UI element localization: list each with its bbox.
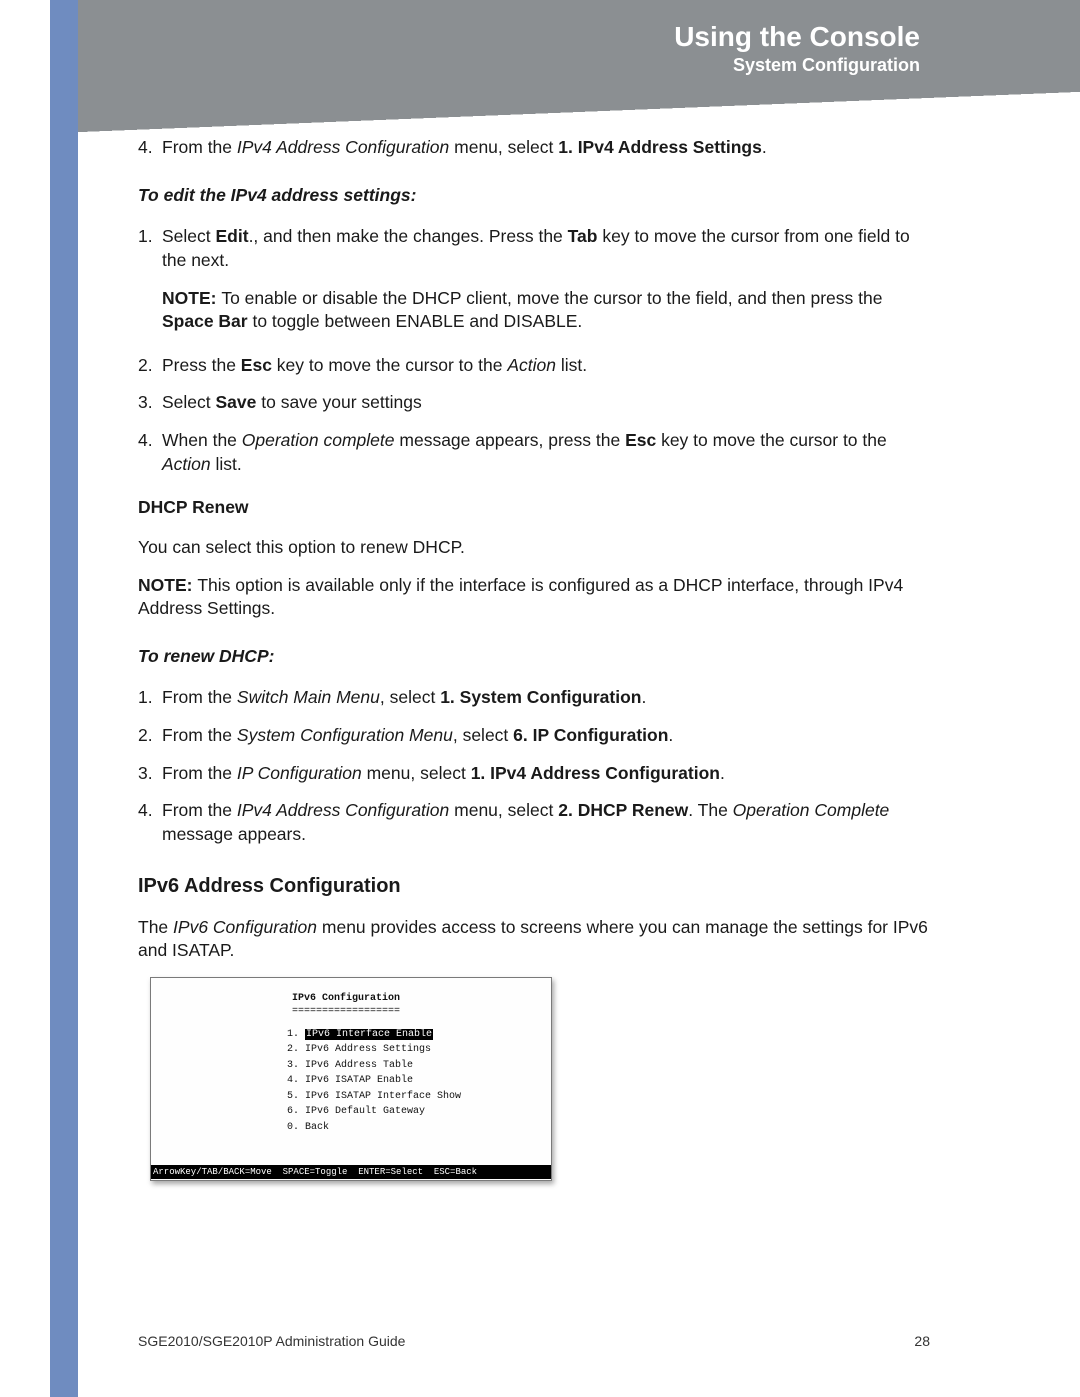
header-text: Using the Console System Configuration [674, 22, 920, 76]
item-number: 2. [138, 724, 162, 748]
list-item: 2. From the System Configuration Menu, s… [138, 724, 930, 748]
console-menu-item: 3. IPv6 Address Table [287, 1058, 551, 1074]
procedure-heading: To edit the IPv4 address settings: [138, 184, 930, 208]
list-item: 4. From the IPv4 Address Configuration m… [138, 799, 930, 846]
item-text: When the Operation complete message appe… [162, 429, 930, 476]
note-paragraph: NOTE: To enable or disable the DHCP clie… [138, 287, 930, 334]
note-paragraph: NOTE: This option is available only if t… [138, 574, 930, 621]
console-title: IPv6 Configuration [141, 992, 551, 1006]
item-number: 3. [138, 391, 162, 415]
list-item: 1. Select Edit., and then make the chang… [138, 225, 930, 272]
footer-page-number: 28 [914, 1333, 930, 1349]
item-text: Select Edit., and then make the changes.… [162, 225, 930, 272]
item-text: From the Switch Main Menu, select 1. Sys… [162, 686, 930, 710]
item-number: 4. [138, 136, 162, 160]
console-menu: 1. IPv6 Interface Enable2. IPv6 Address … [287, 1027, 551, 1136]
page-subtitle: System Configuration [674, 55, 920, 76]
list-item: 3. Select Save to save your settings [138, 391, 930, 415]
item-number: 3. [138, 762, 162, 786]
section-heading: DHCP Renew [138, 496, 930, 520]
item-number: 4. [138, 799, 162, 846]
section-heading: IPv6 Address Configuration [138, 873, 930, 900]
item-text: From the System Configuration Menu, sele… [162, 724, 930, 748]
item-number: 2. [138, 354, 162, 378]
page-footer: SGE2010/SGE2010P Administration Guide 28 [138, 1333, 930, 1349]
list-item: 4. When the Operation complete message a… [138, 429, 930, 476]
item-text: From the IPv4 Address Configuration menu… [162, 799, 930, 846]
paragraph: The IPv6 Configuration menu provides acc… [138, 916, 930, 963]
console-menu-item: 0. Back [287, 1120, 551, 1136]
item-text: Press the Esc key to move the cursor to … [162, 354, 930, 378]
procedure-heading: To renew DHCP: [138, 645, 930, 669]
footer-guide: SGE2010/SGE2010P Administration Guide [138, 1333, 405, 1349]
page-title: Using the Console [674, 22, 920, 53]
console-screenshot: IPv6 Configuration ================== 1.… [150, 977, 552, 1181]
console-footer: ArrowKey/TAB/BACK=Move SPACE=Toggle ENTE… [151, 1165, 551, 1179]
console-inner: IPv6 Configuration ================== 1.… [151, 978, 551, 1164]
console-rule: ================== [141, 1005, 551, 1019]
list-item: 3. From the IP Configuration menu, selec… [138, 762, 930, 786]
item-text: From the IPv4 Address Configuration menu… [162, 136, 930, 160]
console-menu-item: 4. IPv6 ISATAP Enable [287, 1073, 551, 1089]
item-number: 4. [138, 429, 162, 476]
left-accent-bar [50, 0, 78, 1397]
console-menu-item: 1. IPv6 Interface Enable [287, 1027, 551, 1043]
header-band [78, 0, 1080, 82]
list-item: 2. Press the Esc key to move the cursor … [138, 354, 930, 378]
console-menu-item: 5. IPv6 ISATAP Interface Show [287, 1089, 551, 1105]
item-text: Select Save to save your settings [162, 391, 930, 415]
list-item: 1. From the Switch Main Menu, select 1. … [138, 686, 930, 710]
list-item: 4. From the IPv4 Address Configuration m… [138, 136, 930, 160]
content-area: 4. From the IPv4 Address Configuration m… [138, 136, 930, 1181]
item-text: From the IP Configuration menu, select 1… [162, 762, 930, 786]
console-menu-item: 2. IPv6 Address Settings [287, 1042, 551, 1058]
document-page: Using the Console System Configuration 4… [0, 0, 1080, 1397]
paragraph: You can select this option to renew DHCP… [138, 536, 930, 560]
item-number: 1. [138, 686, 162, 710]
console-menu-item: 6. IPv6 Default Gateway [287, 1104, 551, 1120]
item-number: 1. [138, 225, 162, 272]
